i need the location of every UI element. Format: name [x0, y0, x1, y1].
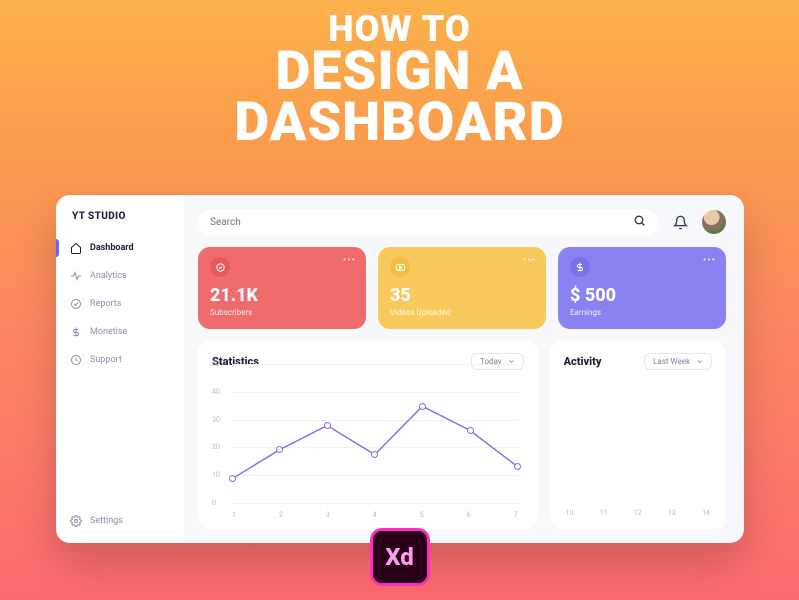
stat-card-earnings[interactable]: ••• $ 500 Earnings — [558, 247, 726, 329]
bar-12: 12 — [634, 505, 642, 517]
dollar-icon — [70, 326, 82, 338]
bell-icon[interactable] — [670, 212, 690, 232]
bar-label: 10 — [566, 509, 574, 517]
stat-cards: •••21.1KSubscribers•••35Videos Uploaded•… — [198, 247, 726, 329]
y-tick-label: 30 — [212, 416, 220, 424]
statistics-header: Statistics Today — [212, 353, 524, 370]
home-icon — [70, 242, 82, 254]
xd-badge-label: Xd — [385, 543, 413, 571]
sidebar-nav: Dashboard Analytics Reports Monetise Support — [56, 236, 184, 509]
data-point — [324, 422, 331, 429]
sidebar-item-analytics[interactable]: Analytics — [56, 264, 184, 288]
bar-label: 11 — [600, 509, 608, 517]
x-tick-label: 7 — [514, 511, 518, 519]
statistics-dropdown[interactable]: Today — [471, 353, 524, 370]
y-tick-label: 20 — [212, 443, 220, 451]
dollar-icon — [570, 257, 590, 277]
avatar[interactable] — [702, 210, 726, 234]
x-tick-label: 5 — [420, 511, 424, 519]
sidebar-item-monetise[interactable]: Monetise — [56, 320, 184, 344]
x-axis: 1 2 3 4 5 6 7 — [232, 511, 518, 519]
data-point — [514, 463, 521, 470]
search-icon[interactable] — [633, 214, 646, 230]
line-chart-svg — [232, 382, 518, 503]
video-icon — [390, 257, 410, 277]
sidebar-item-dashboard[interactable]: Dashboard — [56, 236, 184, 260]
sidebar-settings[interactable]: Settings — [56, 509, 184, 533]
sidebar-item-reports[interactable]: Reports — [56, 292, 184, 316]
data-point — [229, 475, 236, 482]
activity-title: Activity — [564, 355, 602, 368]
y-tick-label: 50 — [212, 360, 220, 368]
x-tick-label: 4 — [373, 511, 377, 519]
data-point — [467, 427, 474, 434]
x-tick-label: 3 — [326, 511, 330, 519]
search-box[interactable] — [198, 209, 658, 235]
statistics-chart: 504030201001234567 — [212, 378, 524, 517]
xd-badge: Xd — [370, 528, 430, 586]
bar-label: 12 — [634, 509, 642, 517]
activity-dropdown-label: Last Week — [653, 357, 690, 366]
bar-label: 13 — [668, 509, 676, 517]
brand-title: YT STUDIO — [56, 211, 184, 236]
activity-header: Activity Last Week — [564, 353, 712, 370]
gridline — [232, 364, 518, 365]
x-tick-label: 2 — [279, 511, 283, 519]
statistics-panel: Statistics Today 50 40 30 20 10 0 1 2 3 4 5 6 7 — [198, 341, 538, 529]
sidebar: YT STUDIO Dashboard Analytics Reports Monet… — [56, 195, 184, 543]
card-label: Earnings — [570, 308, 714, 317]
clock-icon — [70, 354, 82, 366]
data-point — [419, 403, 426, 410]
bar-11: 11 — [600, 505, 608, 517]
hero-line-2: DESIGN A — [0, 46, 799, 97]
sidebar-settings-label: Settings — [90, 516, 123, 526]
sidebar-item-support[interactable]: Support — [56, 348, 184, 372]
card-value: $ 500 — [570, 285, 714, 306]
gear-icon — [70, 515, 82, 527]
target-icon — [210, 257, 230, 277]
bar-14: 14 — [702, 505, 710, 517]
gridline — [232, 503, 518, 504]
topbar — [198, 209, 726, 235]
card-value: 21.1K — [210, 285, 354, 306]
search-input[interactable] — [210, 217, 633, 228]
sidebar-item-label: Analytics — [90, 271, 127, 281]
card-label: Subscribers — [210, 308, 354, 317]
bar-label: 14 — [702, 509, 710, 517]
check-circle-icon — [70, 298, 82, 310]
stat-card-subscribers[interactable]: ••• 21.1K Subscribers — [198, 247, 366, 329]
more-icon[interactable]: ••• — [703, 255, 716, 266]
sidebar-item-label: Monetise — [90, 327, 127, 337]
y-tick-label: 0 — [212, 499, 216, 507]
sidebar-item-label: Support — [90, 355, 122, 365]
bar-13: 13 — [668, 505, 676, 517]
stat-card-videos-uploaded[interactable]: ••• 35 Videos Uploaded — [378, 247, 546, 329]
y-tick-label: 40 — [212, 388, 220, 396]
pulse-icon — [70, 270, 82, 282]
x-tick-label: 6 — [467, 511, 471, 519]
app-window: YT STUDIO Dashboard Analytics Reports Monet… — [56, 195, 744, 543]
sidebar-item-label: Dashboard — [90, 243, 134, 253]
more-icon[interactable]: ••• — [343, 255, 356, 266]
sidebar-item-label: Reports — [90, 299, 121, 309]
activity-chart: 10 11 12 13 14 — [564, 378, 712, 517]
main-area: •••21.1KSubscribers•••35Videos Uploaded•… — [184, 195, 744, 543]
chevron-down-icon — [696, 358, 703, 365]
more-icon[interactable]: ••• — [523, 255, 536, 266]
panels-row: Statistics Today 504030201001234567 Acti… — [198, 341, 726, 529]
bar-10: 10 — [566, 505, 574, 517]
hero-line-3: DASHBOARD — [0, 97, 799, 148]
activity-dropdown[interactable]: Last Week — [644, 353, 712, 370]
activity-panel: Activity Last Week 10 11 12 13 14 — [550, 341, 726, 529]
card-value: 35 — [390, 285, 534, 306]
card-label: Videos Uploaded — [390, 308, 534, 317]
hero-title: HOW TO DESIGN A DASHBOARD — [0, 12, 799, 149]
x-tick-label: 1 — [232, 511, 236, 519]
y-tick-label: 10 — [212, 471, 220, 479]
